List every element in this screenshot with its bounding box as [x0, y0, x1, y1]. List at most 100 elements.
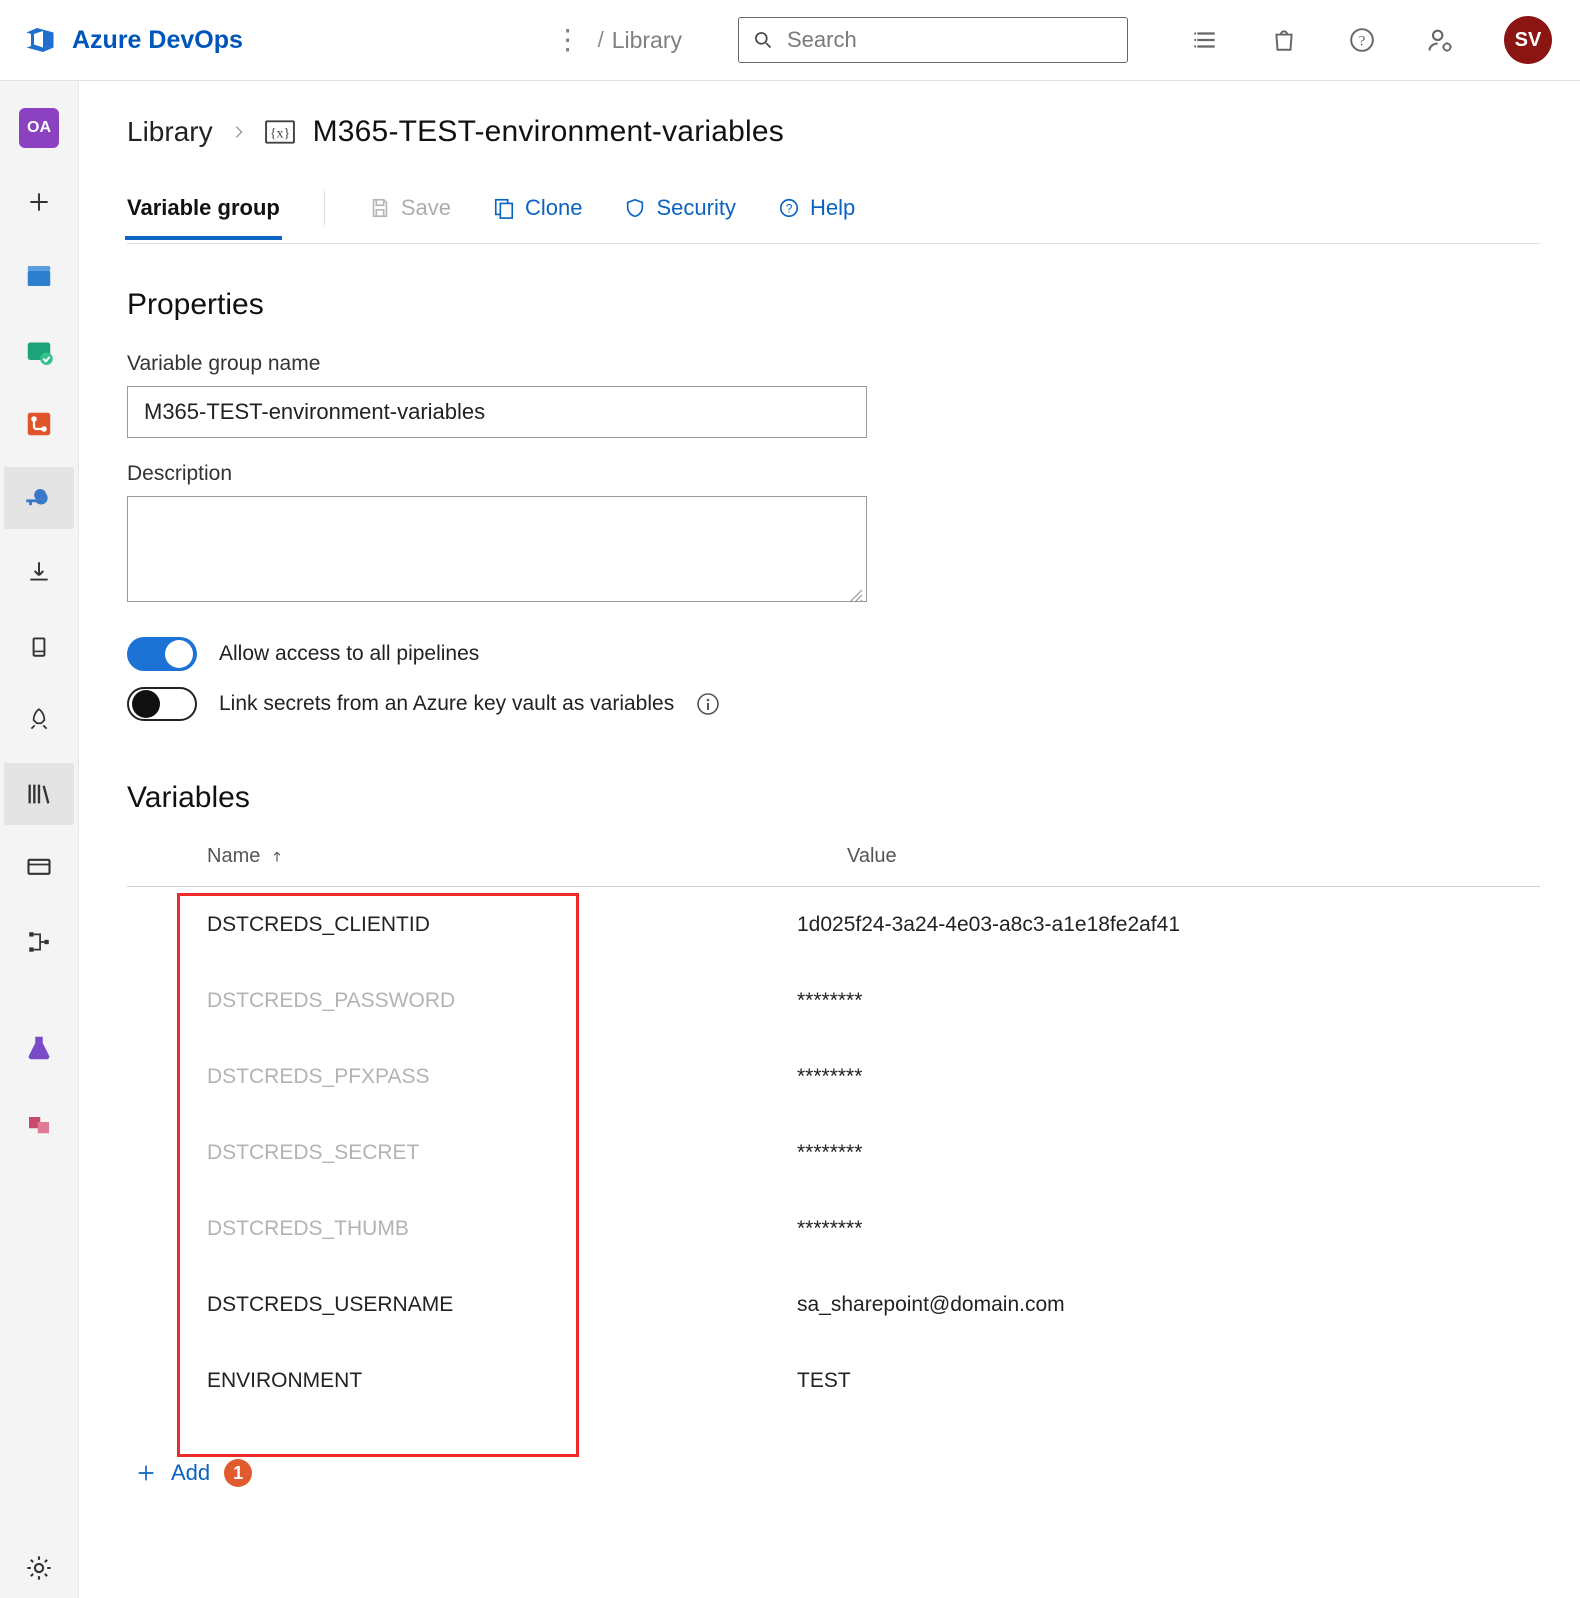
rail-settings[interactable] [4, 1537, 74, 1598]
tab-bar: Variable group Save Clone Security [127, 191, 1540, 244]
avatar[interactable]: SV [1504, 16, 1552, 64]
rail-pipelines[interactable] [4, 393, 74, 455]
info-icon[interactable] [696, 692, 720, 716]
variables-heading: Variables [127, 781, 1540, 815]
more-menu-icon[interactable]: ⋮ [546, 26, 590, 54]
toggle-allow-access-row: Allow access to all pipelines [127, 637, 1540, 671]
download-icon [26, 559, 52, 585]
list-icon[interactable] [1184, 18, 1228, 62]
avatar-initials: SV [1515, 29, 1542, 52]
tab-variable-group[interactable]: Variable group [127, 195, 280, 239]
variable-name: DSTCREDS_THUMB [207, 1217, 797, 1241]
variable-value: TEST [797, 1369, 851, 1393]
variables-table-head: Name Value [127, 845, 1540, 887]
rail-library[interactable] [4, 467, 74, 529]
brand[interactable]: Azure DevOps [22, 22, 243, 58]
rail-testplans[interactable] [4, 1017, 74, 1079]
toggle-link-keyvault-label: Link secrets from an Azure key vault as … [219, 692, 674, 716]
toggle-link-keyvault[interactable] [127, 687, 197, 721]
books-icon [25, 780, 53, 808]
pipelines-icon [24, 409, 54, 439]
variable-value: ******** [797, 1065, 862, 1089]
toggle-keyvault-row: Link secrets from an Azure key vault as … [127, 687, 1540, 721]
save-icon [369, 197, 391, 219]
add-label: Add [171, 1460, 210, 1486]
table-row[interactable]: DSTCREDS_SECRET******** [127, 1115, 1540, 1191]
flask-icon [24, 1033, 54, 1063]
table-row[interactable]: DSTCREDS_THUMB******** [127, 1191, 1540, 1267]
gear-icon [25, 1554, 53, 1582]
top-header: Azure DevOps ⋮ / Library ? SV [0, 0, 1580, 81]
variable-name: DSTCREDS_CLIENTID [207, 913, 797, 937]
plus-icon [135, 1462, 157, 1484]
annotation-badge: 1 [224, 1459, 252, 1487]
variable-group-name-input[interactable] [127, 386, 867, 438]
divider [324, 191, 325, 225]
key-library-icon [24, 483, 54, 513]
add-variable-button[interactable]: Add 1 [135, 1459, 1540, 1487]
boards-icon [24, 261, 54, 291]
clone-button[interactable]: Clone [493, 195, 582, 239]
variable-name: DSTCREDS_USERNAME [207, 1293, 797, 1317]
variable-group-icon: {x} [265, 119, 295, 145]
artifacts-icon [24, 1107, 54, 1137]
variable-value: ******** [797, 1141, 862, 1165]
name-label: Variable group name [127, 352, 1540, 376]
variable-name: DSTCREDS_PASSWORD [207, 989, 797, 1013]
variables-rows: DSTCREDS_CLIENTID1d025f24-3a24-4e03-a8c3… [127, 887, 1540, 1419]
azure-devops-logo-icon [22, 22, 58, 58]
tasks-icon [25, 854, 53, 882]
server-icon [26, 633, 52, 659]
rail-boards[interactable] [4, 245, 74, 307]
search-box[interactable] [738, 17, 1128, 63]
table-row[interactable]: DSTCREDS_CLIENTID1d025f24-3a24-4e03-a8c3… [127, 887, 1540, 963]
variable-name: DSTCREDS_SECRET [207, 1141, 797, 1165]
description-input[interactable] [127, 496, 867, 602]
help-circle-icon: ? [778, 197, 800, 219]
rail-taskgroups[interactable] [4, 837, 74, 899]
rail-new[interactable] [4, 171, 74, 233]
shield-icon [624, 197, 646, 219]
rail-environments[interactable] [4, 541, 74, 603]
properties-heading: Properties [127, 288, 1540, 322]
rocket-icon [26, 707, 52, 733]
left-rail: OA [0, 81, 79, 1598]
col-name-header[interactable]: Name [207, 845, 847, 868]
variable-name: ENVIRONMENT [207, 1369, 797, 1393]
variable-value: ******** [797, 1217, 862, 1241]
clone-icon [493, 197, 515, 219]
table-row[interactable]: DSTCREDS_PFXPASS******** [127, 1039, 1540, 1115]
description-label: Description [127, 462, 1540, 486]
rail-artifacts[interactable] [4, 1091, 74, 1153]
rail-dashboards[interactable] [4, 911, 74, 973]
variable-value: 1d025f24-3a24-4e03-a8c3-a1e18fe2af41 [797, 913, 1180, 937]
svg-text:?: ? [786, 202, 793, 216]
rail-library-books[interactable] [4, 763, 74, 825]
help-button[interactable]: ? Help [778, 195, 855, 239]
user-settings-icon[interactable] [1418, 18, 1462, 62]
breadcrumb-current: M365-TEST-environment-variables [313, 115, 784, 149]
table-row[interactable]: ENVIRONMENTTEST [127, 1343, 1540, 1419]
rail-deployments[interactable] [4, 615, 74, 677]
col-value-header[interactable]: Value [847, 845, 897, 868]
help-icon[interactable]: ? [1340, 18, 1384, 62]
breadcrumb-separator: / [598, 27, 604, 53]
rail-project[interactable]: OA [4, 97, 74, 159]
plus-icon [26, 189, 52, 215]
search-input[interactable] [785, 26, 1113, 54]
toggle-allow-access-label: Allow access to all pipelines [219, 642, 479, 666]
header-breadcrumb-library[interactable]: Library [612, 27, 682, 54]
shopping-bag-icon[interactable] [1262, 18, 1306, 62]
brand-text: Azure DevOps [72, 26, 243, 55]
toggle-allow-access[interactable] [127, 637, 197, 671]
svg-text:?: ? [1359, 32, 1366, 49]
security-button[interactable]: Security [624, 195, 735, 239]
breadcrumb: Library {x} M365-TEST-environment-variab… [127, 115, 1540, 149]
rail-repos[interactable] [4, 319, 74, 381]
breadcrumb-parent[interactable]: Library [127, 116, 213, 148]
rail-releases[interactable] [4, 689, 74, 751]
table-row[interactable]: DSTCREDS_PASSWORD******** [127, 963, 1540, 1039]
table-row[interactable]: DSTCREDS_USERNAMEsa_sharepoint@domain.co… [127, 1267, 1540, 1343]
project-badge: OA [19, 108, 59, 148]
variables-table: Name Value DSTCREDS_CLIENTID1d025f24-3a2… [127, 845, 1540, 1419]
